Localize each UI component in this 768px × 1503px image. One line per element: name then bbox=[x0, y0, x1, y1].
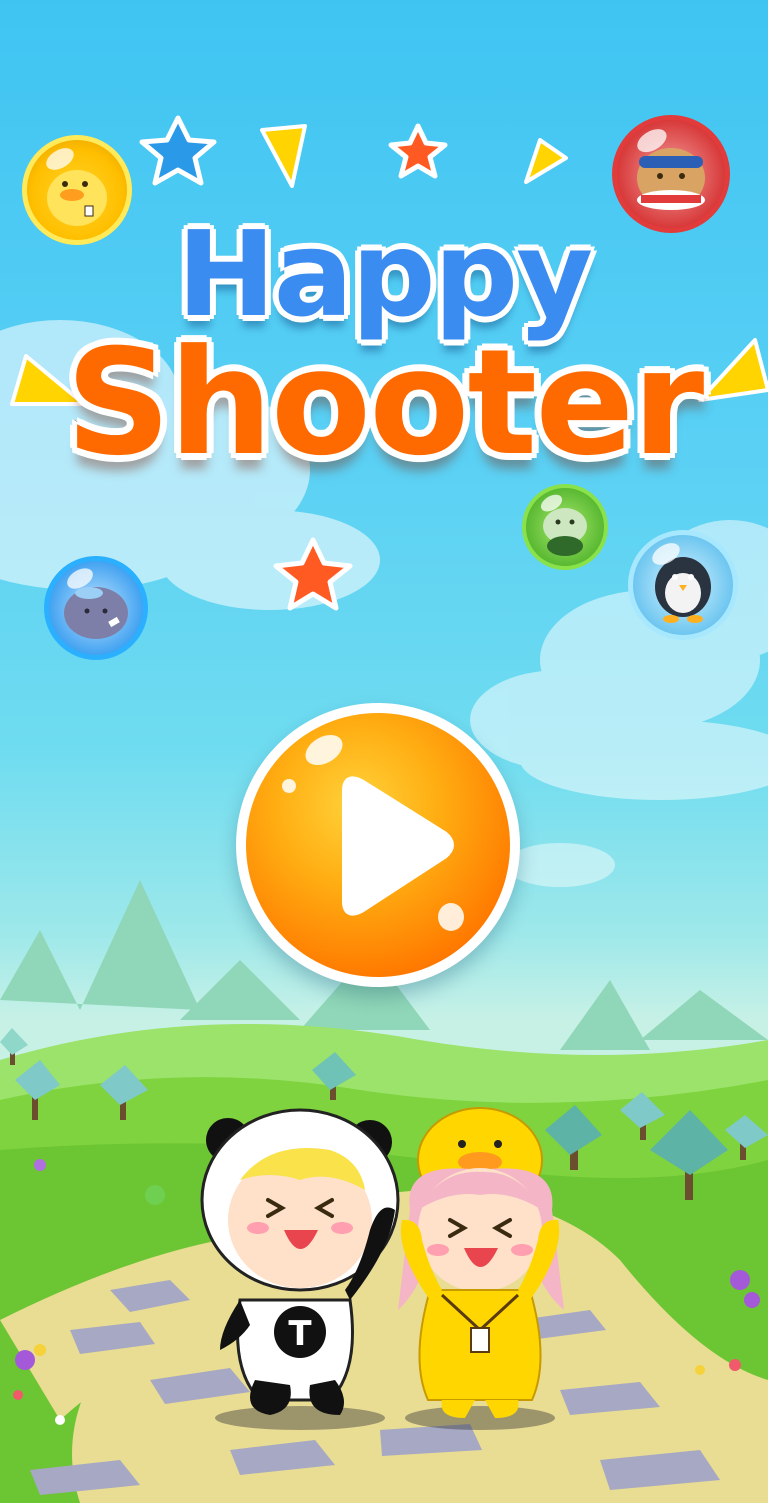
duck-hat-character bbox=[398, 1107, 564, 1418]
blob-bubble-icon bbox=[44, 556, 148, 660]
panda-shirt-letter: T bbox=[288, 1314, 312, 1354]
star-icon bbox=[273, 537, 353, 611]
star-icon bbox=[139, 115, 217, 186]
characters: T bbox=[200, 1107, 564, 1430]
play-icon bbox=[342, 776, 454, 916]
splash-screen: Happy Shooter T bbox=[0, 0, 768, 1503]
play-button-face bbox=[246, 713, 510, 977]
frog-bubble-icon bbox=[522, 484, 608, 570]
star-icon bbox=[388, 123, 448, 179]
cloud-small bbox=[505, 843, 615, 887]
play-button[interactable] bbox=[236, 703, 520, 987]
confetti-triangle-icon bbox=[524, 138, 568, 184]
confetti-triangle-icon bbox=[260, 124, 307, 188]
game-title-line2: Shooter bbox=[63, 316, 707, 491]
penguin-bubble-icon bbox=[628, 530, 738, 640]
panda-character: T bbox=[200, 1108, 400, 1415]
